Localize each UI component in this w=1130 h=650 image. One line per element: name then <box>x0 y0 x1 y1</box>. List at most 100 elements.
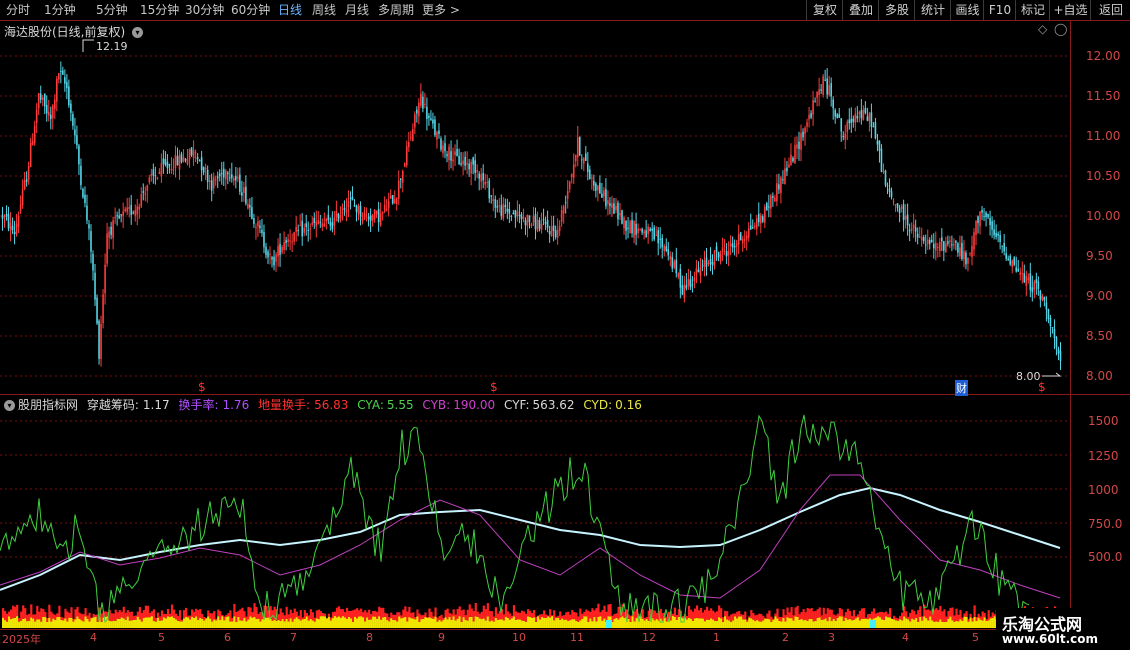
volume-bar-red <box>991 612 994 618</box>
candle-body <box>502 203 505 219</box>
volume-bar-yellow <box>80 620 83 628</box>
volume-bar-red <box>142 610 146 619</box>
marker-dividend[interactable]: $ <box>198 380 206 394</box>
volume-bar-red <box>701 612 705 619</box>
indicator-item-label: CYB: <box>422 398 451 412</box>
volume-bar-red <box>824 613 827 619</box>
volume-bar-red <box>291 613 294 622</box>
marker-financial-report[interactable]: 财 <box>955 380 968 396</box>
volume-bar-red <box>360 608 363 617</box>
volume-bar-yellow <box>108 620 111 628</box>
volume-bar-red <box>404 606 407 617</box>
marker-dividend[interactable]: $ <box>1038 380 1046 394</box>
settings-circle-icon[interactable]: ◯ <box>1054 22 1067 36</box>
volume-bar-red <box>213 611 216 620</box>
chevron-down-icon[interactable]: ▾ <box>4 400 15 411</box>
volume-bar-red <box>860 608 864 619</box>
candle-body <box>1051 327 1054 329</box>
x-axis-label: 3 <box>828 631 835 644</box>
volume-bar-yellow <box>947 618 950 628</box>
volume-bar-yellow <box>468 616 471 628</box>
volume-bar-red <box>866 614 870 620</box>
candle-body <box>842 135 845 137</box>
candle-body <box>192 150 195 159</box>
volume-bar-yellow <box>275 620 278 628</box>
candle-body <box>755 218 758 229</box>
x-axis-label: 5 <box>972 631 979 644</box>
candle-body <box>351 196 354 201</box>
volume-bar-yellow <box>368 619 371 628</box>
volume-bar-red <box>215 618 218 621</box>
candle-body <box>136 206 139 215</box>
volume-bar-yellow <box>374 616 377 628</box>
candle-body <box>78 145 80 165</box>
volume-bar-red <box>472 610 475 622</box>
candle-body <box>480 174 483 182</box>
candle-body <box>259 225 261 228</box>
volume-bar-red <box>251 612 254 618</box>
candle-body <box>319 222 322 224</box>
volume-bar-red <box>689 609 693 619</box>
volume-bar-red <box>915 614 918 618</box>
volume-bar-red <box>454 614 457 621</box>
volume-bar-red <box>919 606 922 617</box>
volume-bar-red <box>854 616 858 619</box>
volume-bar-red <box>547 615 550 617</box>
volume-bar-yellow <box>277 619 280 628</box>
candle-body <box>593 180 595 186</box>
volume-bar-red <box>442 618 445 620</box>
volume-bar-red <box>744 611 747 620</box>
indicator-tick: 500.0 <box>1088 550 1123 564</box>
candle-body <box>576 137 579 158</box>
volume-bar-red <box>227 613 230 617</box>
volume-bar-yellow <box>647 620 650 628</box>
volume-bar-red <box>193 611 196 618</box>
volume-bar-yellow <box>681 618 685 628</box>
candle-body <box>595 183 597 191</box>
candle-body <box>269 253 271 255</box>
indicator-title-row: ▾ 股朋指标网 穿越筹码: 1.17 换手率: 1.76 地量换手: 56.83 CYA… <box>4 396 642 413</box>
volume-bar-yellow <box>394 620 397 628</box>
volume-bar-yellow <box>281 619 284 628</box>
candle-body <box>633 220 635 238</box>
volume-bar-red <box>54 615 57 621</box>
volume-bar-yellow <box>977 617 980 628</box>
candle-body <box>589 169 591 180</box>
volume-bar-yellow <box>701 618 705 628</box>
candle-body <box>894 204 897 206</box>
volume-bar-yellow <box>939 619 942 628</box>
marker-dividend[interactable]: $ <box>490 380 498 394</box>
volume-bar-yellow <box>223 620 226 628</box>
candle-body <box>528 215 531 223</box>
diamond-icon[interactable]: ◇ <box>1038 22 1047 36</box>
volume-bar-yellow <box>309 618 312 628</box>
volume-bar-yellow <box>752 619 755 628</box>
volume-bar-red <box>748 616 751 618</box>
volume-bar-red <box>416 609 419 617</box>
candle-body <box>216 176 219 179</box>
volume-bar-yellow <box>446 619 449 628</box>
chevron-down-icon[interactable]: ▾ <box>132 27 144 38</box>
candle-body <box>235 175 237 181</box>
candle-body <box>62 70 64 75</box>
candle-body <box>1043 297 1046 301</box>
volume-bar-red <box>613 614 616 619</box>
volume-bar-yellow <box>897 620 900 628</box>
candle-body <box>226 172 229 175</box>
volume-bar-yellow <box>535 621 538 628</box>
volume-bar-yellow <box>201 618 204 628</box>
candle-body <box>1005 253 1007 259</box>
volume-bar-yellow <box>299 620 302 628</box>
volume-bar-red <box>100 613 103 622</box>
volume-bar-red <box>782 609 785 618</box>
volume-bar-yellow <box>40 621 43 628</box>
volume-bar-yellow <box>619 617 622 628</box>
volume-bar-yellow <box>806 620 809 628</box>
candle-body <box>92 253 94 271</box>
candle-body <box>585 153 587 161</box>
volume-bar-red <box>862 608 866 619</box>
candle-body <box>88 224 90 229</box>
volume-bar-yellow <box>635 618 638 628</box>
volume-bar-red <box>533 609 536 618</box>
volume-bar-yellow <box>876 616 880 628</box>
